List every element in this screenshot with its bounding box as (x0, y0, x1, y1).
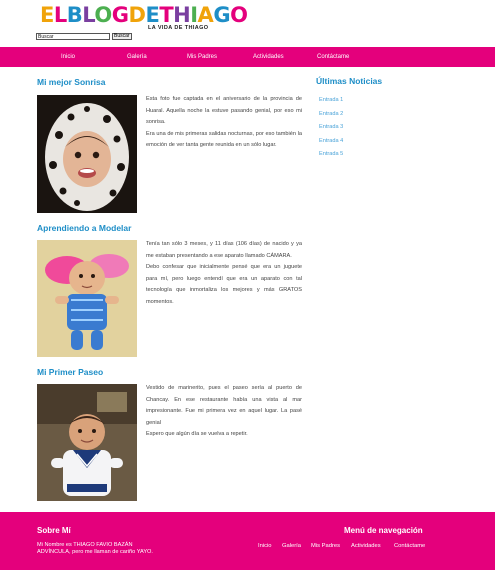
logo-letter: L (53, 3, 67, 27)
footer-nav-actividades[interactable]: Actividades (351, 543, 381, 549)
footer-nav-mis-padres[interactable]: Mis Padres (311, 543, 340, 549)
footer-about-text: Mi Nombre es THIAGO FAVIO BAZÁN ADVÍNCUL… (37, 542, 153, 555)
post-title[interactable]: Mi Primer Paseo (37, 367, 103, 377)
search-form: Buscar (36, 33, 132, 40)
sidebar-entry-link[interactable]: Entrada 5 (319, 150, 343, 164)
nav-item-mis-padres[interactable]: Mis Padres (187, 54, 217, 60)
logo-letter: L (82, 3, 95, 27)
sidebar-title: Últimas Noticias (316, 76, 383, 86)
site-footer: Sobre Mí Mi Nombre es THIAGO FAVIO BAZÁN… (0, 512, 495, 570)
site-tagline: LA VIDA DE THIAGO (148, 25, 209, 31)
post-title[interactable]: Aprendiendo a Modelar (37, 223, 131, 233)
main-nav: Inicio Galería Mis Padres Actividades Co… (0, 47, 495, 67)
post-text: Esta foto fue captada en el aniversario … (146, 94, 302, 152)
logo-letter: G (213, 3, 231, 27)
logo-letter: O (230, 3, 248, 27)
post-text: Vestido de marinerito, pues el paseo ser… (146, 383, 302, 441)
post-text: Tenía tan sólo 3 meses, y 11 días (106 d… (146, 239, 302, 309)
post-paragraph: Vestido de marinerito, pues el paseo ser… (146, 385, 302, 426)
logo-letter: G (111, 3, 129, 27)
logo-letter: O (94, 3, 112, 27)
post-title[interactable]: Mi mejor Sonrisa (37, 77, 106, 87)
sidebar-entry-link[interactable]: Entrada 4 (319, 137, 343, 151)
logo-letter: E (145, 3, 160, 27)
sidebar-entry-link[interactable]: Entrada 1 (319, 96, 343, 110)
post-photo-baby-lying (37, 240, 137, 357)
footer-nav-galeria[interactable]: Galería (282, 543, 301, 549)
logo-letter: A (197, 3, 214, 27)
nav-item-inicio[interactable]: Inicio (61, 54, 75, 60)
post-paragraph: Era una de mis primeras salidas nocturna… (146, 130, 302, 149)
nav-item-actividades[interactable]: Actividades (253, 54, 284, 60)
nav-item-galeria[interactable]: Galería (127, 54, 147, 60)
post-paragraph: Esta foto fue captada en el aniversario … (146, 96, 302, 126)
post-paragraph: Espero que algún día se vuelva a repetir… (146, 431, 248, 438)
logo-letter: D (128, 3, 146, 27)
footer-nav-contactame[interactable]: Contáctame (394, 543, 425, 549)
logo-letter: I (190, 3, 198, 27)
site-logo[interactable]: ELBLOGDETHIAGO (40, 3, 248, 27)
site-header: ELBLOGDETHIAGO LA VIDA DE THIAGO Buscar (0, 0, 495, 47)
footer-nav-inicio[interactable]: Inicio (258, 543, 272, 549)
post-photo-baby-hood (37, 95, 137, 213)
sidebar-news-list: Entrada 1 Entrada 2 Entrada 3 Entrada 4 … (319, 96, 343, 164)
nav-item-contactame[interactable]: Contáctame (317, 54, 349, 60)
logo-letter: B (66, 3, 83, 27)
sidebar-entry-link[interactable]: Entrada 3 (319, 123, 343, 137)
footer-about-title: Sobre Mí (37, 526, 71, 535)
logo-letter: E (40, 3, 54, 27)
logo-letter: T (159, 3, 174, 27)
post-paragraph: Debo confesar que inicialmente pensé que… (146, 264, 302, 305)
footer-nav-title: Menú de navegación (344, 526, 423, 535)
post-photo-baby-sailor (37, 384, 137, 501)
sidebar-entry-link[interactable]: Entrada 2 (319, 110, 343, 124)
post-paragraph: Tenía tan sólo 3 meses, y 11 días (106 d… (146, 241, 302, 259)
search-button[interactable]: Buscar (112, 33, 132, 40)
logo-letter: H (173, 3, 191, 27)
search-input[interactable] (36, 33, 110, 40)
